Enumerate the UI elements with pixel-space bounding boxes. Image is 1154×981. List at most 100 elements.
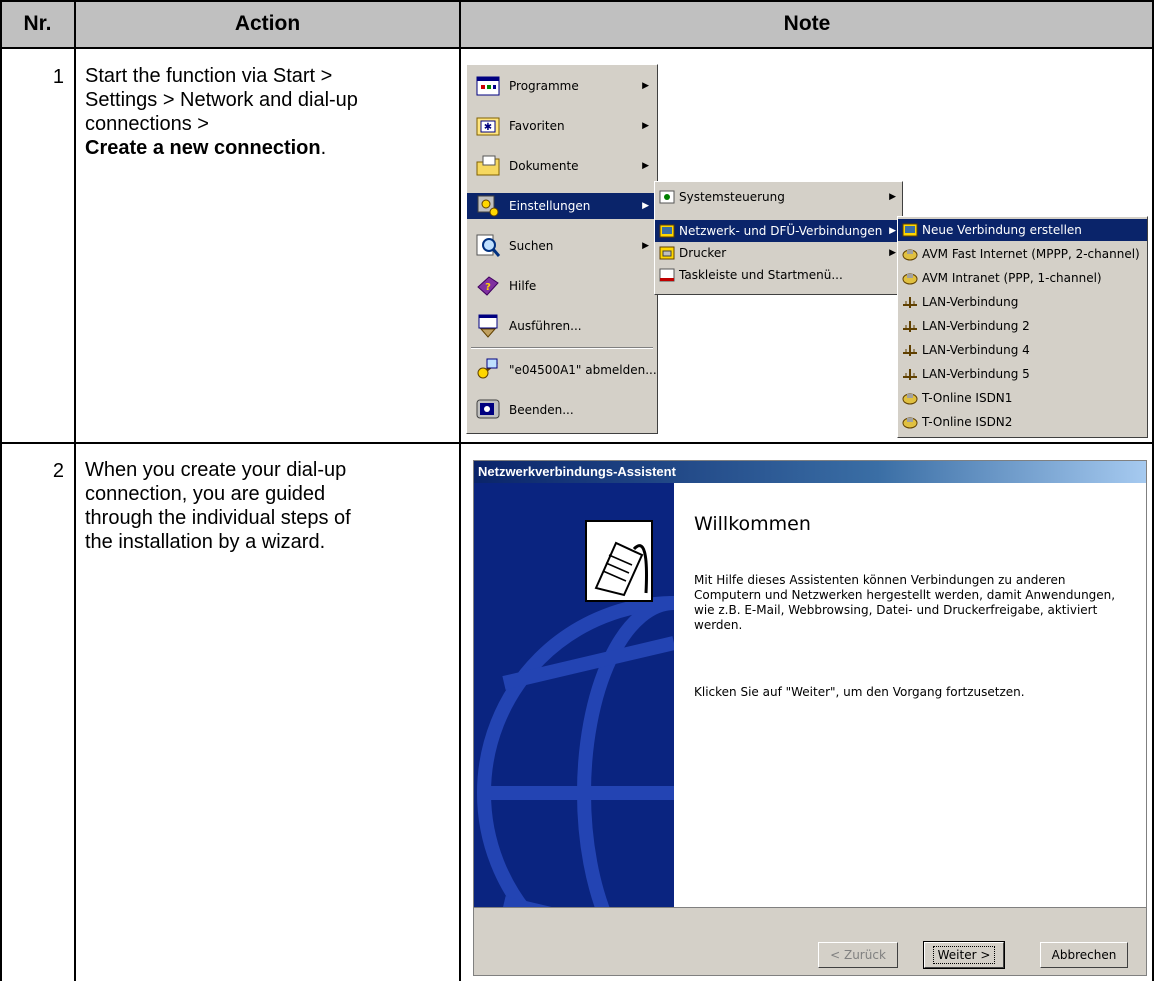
header-action: Action <box>75 0 460 48</box>
submenu-arrow-icon: ▶ <box>889 248 896 258</box>
network-wizard-window: Netzwerkverbindungs-Assistent Willkommen <box>473 460 1147 976</box>
dialup-icon <box>902 393 918 405</box>
action-line: the installation by a wizard. <box>85 531 326 553</box>
taskbar-icon <box>659 268 675 282</box>
submenu-item-connection[interactable]: AVM Intranet (PPP, 1-channel) <box>898 267 1147 289</box>
network-submenu: Neue Verbindung erstellen AVM Fast Inter… <box>897 216 1148 438</box>
header-nr: Nr. <box>0 0 75 48</box>
new-connection-icon <box>902 223 918 237</box>
run-icon <box>478 314 498 338</box>
back-button[interactable]: < Zurück <box>818 942 898 968</box>
lan-icon <box>903 297 917 308</box>
menu-item-label: Suchen <box>509 239 554 253</box>
wizard-heading: Willkommen <box>694 513 811 535</box>
submenu-item-netzwerk[interactable]: Netzwerk- und DFÜ-Verbindungen ▶ <box>655 220 902 242</box>
wizard-content: Willkommen Mit Hilfe dieses Assistenten … <box>674 483 1146 907</box>
submenu-arrow-icon: ▶ <box>642 161 649 171</box>
menu-item-label: Ausführen... <box>509 319 582 333</box>
start-menu: Programme ▶ ✱ Favoriten ▶ Dokumente ▶ Ei… <box>466 64 658 434</box>
submenu-arrow-icon: ▶ <box>889 226 896 236</box>
next-button[interactable]: Weiter > <box>923 941 1005 969</box>
settings-icon <box>477 195 499 217</box>
wizard-description: Mit Hilfe dieses Assistenten können Verb… <box>694 573 1116 632</box>
network-connections-icon <box>659 224 675 238</box>
menu-item-dokumente[interactable]: Dokumente ▶ <box>467 153 657 179</box>
submenu-arrow-icon: ▶ <box>642 201 649 211</box>
menu-item-ausfuehren[interactable]: Ausführen... <box>467 313 657 339</box>
submenu-arrow-icon: ▶ <box>642 121 649 131</box>
action-bold-text: Create a new connection <box>85 137 321 159</box>
row-1-number: 1 <box>52 66 64 88</box>
dialup-icon <box>902 417 918 429</box>
submenu-arrow-icon: ▶ <box>642 81 649 91</box>
dialup-icon <box>902 249 918 261</box>
menu-item-programme[interactable]: Programme ▶ <box>467 73 657 99</box>
submenu-arrow-icon: ▶ <box>889 192 896 202</box>
search-icon <box>476 234 501 257</box>
submenu-item-neue-verbindung[interactable]: Neue Verbindung erstellen <box>898 219 1147 241</box>
lan-icon <box>903 321 917 332</box>
submenu-item-label: LAN-Verbindung 5 <box>922 367 1030 381</box>
help-book-icon: ? <box>477 276 499 296</box>
action-line: connection, you are guided <box>85 483 326 505</box>
submenu-item-label: Netzwerk- und DFÜ-Verbindungen <box>679 224 883 238</box>
table-column-divider <box>74 0 76 981</box>
dialup-icon <box>902 273 918 285</box>
submenu-item-label: T-Online ISDN1 <box>922 391 1013 405</box>
programs-icon <box>476 76 500 96</box>
submenu-item-label: LAN-Verbindung <box>922 295 1019 309</box>
action-line: Start the function via Start > <box>85 65 333 87</box>
menu-item-label: Dokumente <box>509 159 579 173</box>
submenu-item-drucker[interactable]: Drucker ▶ <box>655 242 902 264</box>
settings-submenu: Systemsteuerung ▶ Netzwerk- und DFÜ-Verb… <box>654 181 903 295</box>
submenu-item-label: AVM Intranet (PPP, 1-channel) <box>922 271 1102 285</box>
submenu-item-connection[interactable]: LAN-Verbindung 2 <box>898 315 1147 337</box>
menu-item-abmelden[interactable]: "e04500A1" abmelden... <box>467 357 657 383</box>
menu-item-beenden[interactable]: Beenden... <box>467 397 657 423</box>
logoff-key-icon <box>477 358 498 379</box>
control-panel-icon <box>659 190 675 204</box>
submenu-arrow-icon: ▶ <box>642 241 649 251</box>
table-border-top <box>0 0 1154 2</box>
svg-text:?: ? <box>485 282 491 293</box>
menu-item-suchen[interactable]: Suchen ▶ <box>467 233 657 259</box>
menu-item-label: Hilfe <box>509 279 537 293</box>
lan-icon <box>903 369 917 380</box>
action-line-bold: Create a new connection. <box>85 136 450 160</box>
submenu-item-connection[interactable]: T-Online ISDN1 <box>898 387 1147 409</box>
submenu-item-taskleiste[interactable]: Taskleiste und Startmenü... <box>655 264 902 286</box>
menu-item-label: Favoriten <box>509 119 565 133</box>
submenu-item-connection[interactable]: LAN-Verbindung 5 <box>898 363 1147 385</box>
wizard-instruction: Klicken Sie auf "Weiter", um den Vorgang… <box>694 685 1025 699</box>
row-2-number: 2 <box>52 460 64 482</box>
menu-item-label: Einstellungen <box>509 199 591 213</box>
submenu-item-label: Neue Verbindung erstellen <box>922 223 1082 237</box>
next-button-label: Weiter > <box>932 946 996 964</box>
menu-item-label: Beenden... <box>509 403 574 417</box>
menu-item-einstellungen[interactable]: Einstellungen ▶ <box>467 193 657 219</box>
favorites-icon: ✱ <box>476 117 500 136</box>
submenu-item-connection[interactable]: T-Online ISDN2 <box>898 411 1147 433</box>
submenu-item-connection[interactable]: LAN-Verbindung <box>898 291 1147 313</box>
cancel-button[interactable]: Abbrechen <box>1040 942 1128 968</box>
table-column-divider <box>459 0 461 981</box>
row-2-action: When you create your dial-up connection,… <box>85 458 450 554</box>
submenu-item-systemsteuerung[interactable]: Systemsteuerung ▶ <box>655 186 902 208</box>
menu-item-favoriten[interactable]: ✱ Favoriten ▶ <box>467 113 657 139</box>
printer-icon <box>659 246 675 260</box>
action-line: Settings > Network and dial-up <box>85 89 358 111</box>
submenu-item-connection[interactable]: AVM Fast Internet (MPPP, 2-channel) <box>898 243 1147 265</box>
submenu-item-label: Systemsteuerung <box>679 190 785 204</box>
menu-item-hilfe[interactable]: ? Hilfe <box>467 273 657 299</box>
action-line: connections > <box>85 113 209 135</box>
table-header-divider <box>0 47 1154 49</box>
wizard-button-bar: < Zurück Weiter > Abbrechen <box>474 907 1146 976</box>
action-line: through the individual steps of <box>85 507 351 529</box>
table-border-left <box>0 0 2 981</box>
menu-separator <box>471 347 653 349</box>
shutdown-icon <box>476 399 500 419</box>
wizard-side-banner <box>474 483 674 907</box>
submenu-item-label: Taskleiste und Startmenü... <box>679 268 843 282</box>
header-note: Note <box>460 0 1154 48</box>
submenu-item-connection[interactable]: LAN-Verbindung 4 <box>898 339 1147 361</box>
